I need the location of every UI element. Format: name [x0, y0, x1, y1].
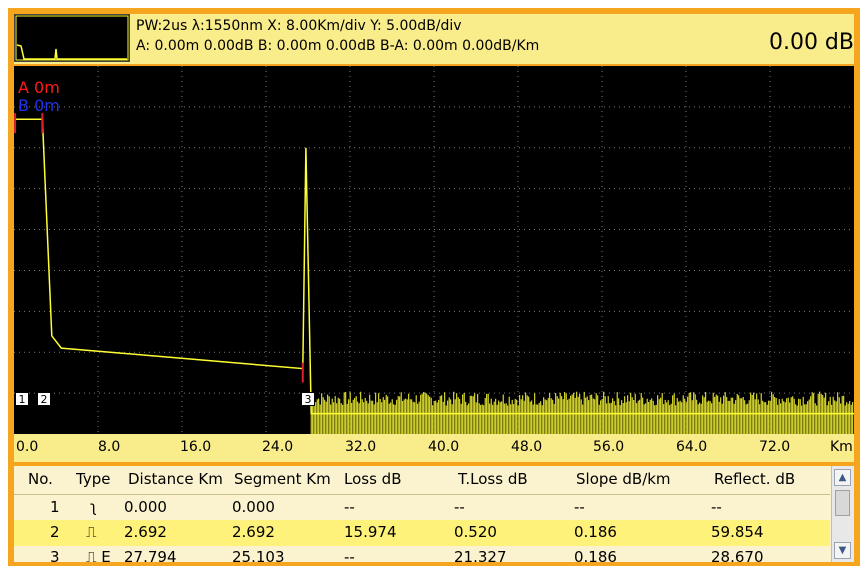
- x-tick-label: 24.0: [262, 439, 294, 455]
- event-marker-3[interactable]: 3: [301, 392, 315, 406]
- table-row-selected[interactable]: 2 ⎍ 2.692 2.692 15.974 0.520 0.186 59.85…: [14, 520, 830, 546]
- cell-no: 2: [50, 523, 60, 541]
- scroll-thumb[interactable]: [835, 490, 850, 516]
- x-tick-label: 16.0: [180, 439, 212, 455]
- cell-no: 3: [50, 548, 60, 562]
- cell-reflect: --: [711, 498, 722, 516]
- scroll-down-icon[interactable]: ▼: [834, 542, 851, 559]
- trace-overview-thumbnail[interactable]: [14, 14, 130, 62]
- x-tick-label: 64.0: [676, 439, 708, 455]
- event-marker-1[interactable]: 1: [15, 392, 29, 406]
- cell-slope: 0.186: [574, 548, 617, 562]
- col-header-slope[interactable]: Slope dB/km: [576, 470, 671, 488]
- x-tick-label: 56.0: [593, 439, 625, 455]
- col-header-type[interactable]: Type: [76, 470, 110, 488]
- x-tick-label: 32.0: [345, 439, 377, 455]
- noise-floor: [310, 391, 854, 434]
- cell-distance: 2.692: [124, 523, 167, 541]
- table-row[interactable]: 1 ʅ 0.000 0.000 -- -- -- --: [14, 495, 830, 521]
- x-tick-label: 8.0: [98, 439, 121, 455]
- table-scrollbar[interactable]: ▲ ▼: [831, 466, 854, 562]
- cell-reflect: 28.670: [711, 548, 764, 562]
- cell-reflect: 59.854: [711, 523, 764, 541]
- event-marker-2[interactable]: 2: [37, 392, 51, 406]
- col-header-reflect[interactable]: Reflect. dB: [714, 470, 795, 488]
- col-header-loss[interactable]: Loss dB: [344, 470, 401, 488]
- cell-type-icon: ⎍ E: [86, 548, 111, 562]
- cell-loss: --: [344, 548, 355, 562]
- cell-loss: 15.974: [344, 523, 397, 541]
- cursor-readout: A: 0.00m 0.00dB B: 0.00m 0.00dB B-A: 0.0…: [136, 38, 540, 54]
- otdr-trace-plot[interactable]: [14, 66, 854, 434]
- x-tick-label: 40.0: [428, 439, 460, 455]
- scroll-up-icon[interactable]: ▲: [834, 469, 851, 486]
- cell-loss: --: [344, 498, 355, 516]
- col-header-tloss[interactable]: T.Loss dB: [458, 470, 528, 488]
- cell-distance: 0.000: [124, 498, 167, 516]
- col-header-distance[interactable]: Distance Km: [128, 470, 223, 488]
- table-row[interactable]: 3 ⎍ E 27.794 25.103 -- 21.327 0.186 28.6…: [14, 545, 830, 562]
- cell-tloss: 0.520: [454, 523, 497, 541]
- event-table: No. Type Distance Km Segment Km Loss dB …: [14, 466, 854, 562]
- loss-readout: 0.00 dB: [768, 30, 854, 55]
- cell-tloss: --: [454, 498, 465, 516]
- cell-type-icon: ⎍: [86, 523, 97, 541]
- cursor-a-label: A 0m: [18, 78, 60, 97]
- x-tick-label: 0.0: [16, 439, 39, 455]
- cell-slope: --: [574, 498, 585, 516]
- cursor-b-label: B 0m: [18, 96, 60, 115]
- col-header-segment[interactable]: Segment Km: [234, 470, 331, 488]
- cell-segment: 2.692: [232, 523, 275, 541]
- acquisition-params: PW:2us λ:1550nm X: 8.00Km/div Y: 5.00dB/…: [136, 18, 462, 34]
- cell-distance: 27.794: [124, 548, 177, 562]
- cell-slope: 0.186: [574, 523, 617, 541]
- cell-segment: 25.103: [232, 548, 285, 562]
- x-tick-label: 48.0: [511, 439, 543, 455]
- x-tick-label: 72.0: [759, 439, 791, 455]
- x-axis-bar: 0.0 8.0 16.0 24.0 32.0 40.0 48.0 56.0 64…: [14, 434, 854, 462]
- trace-chart[interactable]: [14, 66, 854, 434]
- col-header-no[interactable]: No.: [28, 470, 53, 488]
- cell-tloss: 21.327: [454, 548, 507, 562]
- cell-no: 1: [50, 498, 60, 516]
- cell-segment: 0.000: [232, 498, 275, 516]
- table-header: No. Type Distance Km Segment Km Loss dB …: [14, 466, 830, 495]
- x-axis-unit: Km: [830, 439, 853, 455]
- measurement-info: PW:2us λ:1550nm X: 8.00Km/div Y: 5.00dB/…: [136, 16, 539, 56]
- cell-type-icon: ʅ: [90, 498, 97, 516]
